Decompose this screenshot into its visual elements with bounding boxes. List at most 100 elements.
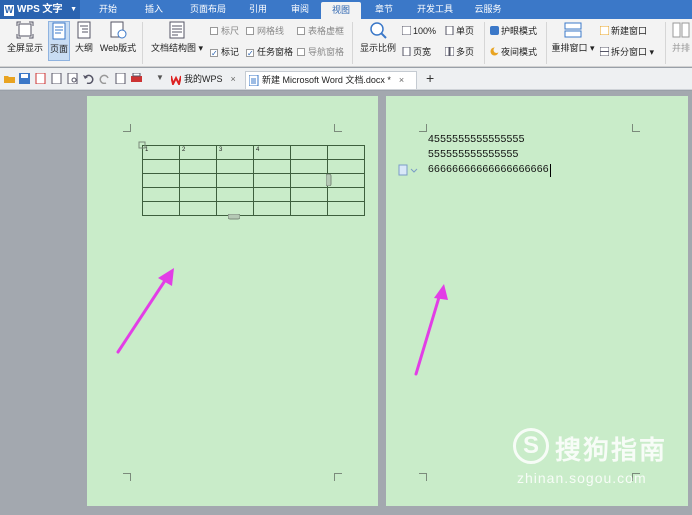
ribbon-divider: [352, 22, 353, 64]
ribbon: 全屏显示 页面 大纲 Web版式 文档结构图 ▾ 标尺 网格线 表格虚框 ✓ 标记…: [0, 19, 692, 67]
marks-checkbox[interactable]: ✓ 标记: [210, 45, 239, 59]
ruler-checkbox[interactable]: 标尺: [210, 24, 239, 38]
doc-tab-my-wps[interactable]: 我的WPS ×: [168, 71, 244, 89]
table-gridlines-checkbox[interactable]: 表格虚框: [297, 24, 344, 38]
print-icon[interactable]: [131, 73, 142, 84]
doc-tab-new-word[interactable]: 新建 Microsoft Word 文档.docx * ×: [245, 71, 417, 89]
table-add-row-handle[interactable]: [228, 214, 240, 220]
close-icon[interactable]: ×: [231, 74, 236, 84]
table-cell[interactable]: [327, 173, 365, 188]
fullscreen-button[interactable]: 全屏显示: [4, 21, 46, 54]
outline-view-button[interactable]: 大纲: [73, 21, 95, 54]
undo-icon[interactable]: [83, 73, 94, 84]
tab-review[interactable]: 审阅: [282, 0, 318, 19]
new-window-button[interactable]: 新建窗口: [600, 24, 647, 38]
gridlines-checkbox[interactable]: 网格线: [246, 24, 284, 38]
tab-home[interactable]: 开始: [88, 0, 128, 19]
redo-icon[interactable]: [99, 73, 110, 84]
page-width-icon: [402, 47, 411, 56]
table-cell[interactable]: [142, 159, 180, 174]
tab-references[interactable]: 引用: [240, 0, 276, 19]
web-layout-label: Web版式: [99, 43, 137, 53]
table-cell[interactable]: [327, 201, 365, 216]
table-cell[interactable]: [179, 187, 217, 202]
table-cell[interactable]: [142, 187, 180, 202]
chevron-down-icon: ▾: [195, 43, 204, 53]
split-window-button[interactable]: 拆分窗口 ▾: [600, 45, 654, 59]
document-text-line[interactable]: 4555555555555555: [428, 133, 525, 145]
watermark-url: zhinan.sogou.com: [517, 470, 647, 486]
save-icon[interactable]: [19, 73, 30, 84]
table-cell[interactable]: [253, 187, 291, 202]
open-folder-icon[interactable]: [4, 73, 15, 84]
table-cell[interactable]: 4: [253, 145, 291, 160]
single-page-icon: [445, 26, 454, 35]
export-pdf-icon[interactable]: [35, 73, 46, 84]
tab-developer[interactable]: 开发工具: [408, 0, 462, 19]
print-preview-icon[interactable]: [51, 73, 62, 84]
tab-view[interactable]: 视图: [321, 2, 361, 19]
table-cell[interactable]: [253, 159, 291, 174]
annotation-arrow: [116, 268, 174, 354]
arrange-windows-button[interactable]: 重排窗口 ▾: [551, 21, 595, 54]
table-cell[interactable]: 3: [216, 145, 254, 160]
zoom-button[interactable]: 显示比例: [358, 21, 398, 54]
table-cell[interactable]: [216, 173, 254, 188]
tab-chapter[interactable]: 章节: [365, 0, 403, 19]
doc-structure-button[interactable]: 文档结构图 ▾: [148, 21, 206, 54]
table-cell[interactable]: [253, 173, 291, 188]
table-cell[interactable]: 1: [142, 145, 180, 160]
table-move-handle-icon[interactable]: [138, 141, 146, 149]
table-cell[interactable]: [290, 201, 328, 216]
tab-cloud[interactable]: 云服务: [466, 0, 510, 19]
new-window-icon: [600, 26, 609, 35]
table-add-column-handle[interactable]: [326, 174, 332, 186]
table-cell[interactable]: [142, 173, 180, 188]
table-cell[interactable]: 2: [179, 145, 217, 160]
table-cell[interactable]: [290, 159, 328, 174]
table-cell[interactable]: [179, 173, 217, 188]
zoom-label: 显示比例: [359, 43, 396, 53]
multi-page-button[interactable]: 多页: [445, 45, 474, 59]
paste-options-icon[interactable]: [398, 164, 418, 176]
ribbon-divider: [142, 22, 143, 64]
table-cell[interactable]: [327, 145, 365, 160]
app-menu-button[interactable]: W WPS 文字 ▼: [0, 0, 80, 19]
nav-pane-checkbox[interactable]: 导航窗格: [297, 45, 344, 59]
page-view-button[interactable]: 页面: [48, 21, 70, 61]
sogou-logo-icon: S: [513, 428, 549, 464]
task-pane-checkbox[interactable]: ✓ 任务窗格: [246, 45, 293, 59]
print-icon[interactable]: [67, 73, 78, 84]
table-cell[interactable]: [179, 201, 217, 216]
table-cell[interactable]: [142, 201, 180, 216]
new-tab-button[interactable]: +: [426, 70, 434, 86]
table-cell[interactable]: [216, 159, 254, 174]
chevron-down-icon[interactable]: ▼: [156, 73, 164, 82]
close-icon[interactable]: ×: [399, 75, 404, 85]
web-layout-button[interactable]: Web版式: [98, 21, 138, 54]
eye-mode-button[interactable]: 护眼模式: [490, 24, 537, 38]
table-cell[interactable]: [179, 159, 217, 174]
document-text-line[interactable]: 555555555555555: [428, 148, 519, 160]
table-row: [142, 187, 365, 202]
table-cell[interactable]: [290, 145, 328, 160]
side-by-side-button[interactable]: 并排: [670, 21, 692, 54]
zoom-100-button[interactable]: 100%: [402, 24, 436, 38]
table-cell[interactable]: [216, 187, 254, 202]
table-cell[interactable]: [327, 187, 365, 202]
single-page-button[interactable]: 单页: [445, 24, 474, 38]
table-cell[interactable]: [253, 201, 291, 216]
document-text-line[interactable]: 66666666666666666666: [428, 163, 549, 175]
table-cell[interactable]: [290, 173, 328, 188]
tab-insert[interactable]: 插入: [135, 0, 173, 19]
table-cell[interactable]: [290, 187, 328, 202]
tab-page-layout[interactable]: 页面布局: [180, 0, 236, 19]
new-doc-icon[interactable]: [115, 73, 126, 84]
app-name: WPS 文字: [17, 4, 63, 15]
page-width-button[interactable]: 页宽: [402, 45, 431, 59]
night-mode-label: 夜间模式: [501, 47, 538, 57]
wps-logo-icon: W: [4, 5, 14, 16]
table-cell[interactable]: [327, 159, 365, 174]
night-mode-button[interactable]: 夜间模式: [490, 45, 537, 59]
doc-tab-label: 我的WPS: [184, 74, 223, 84]
